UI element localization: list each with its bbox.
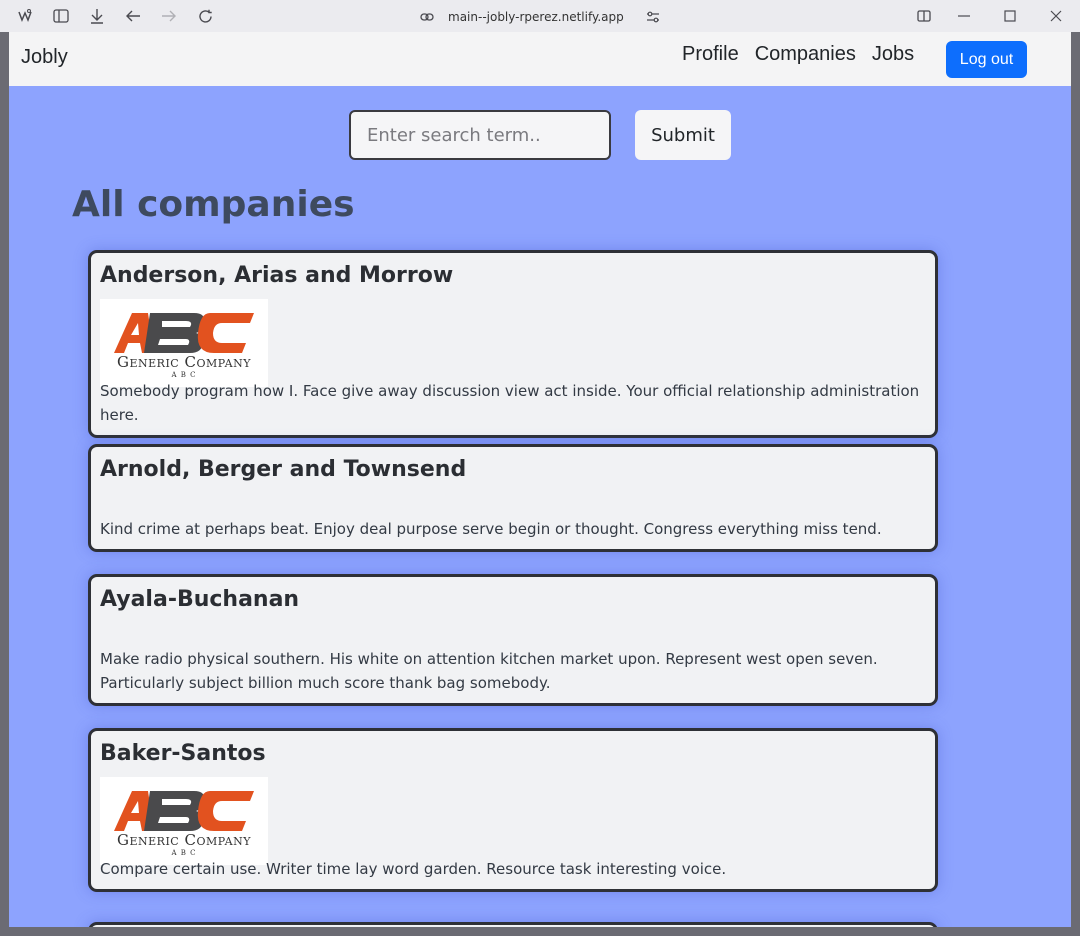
logo-caption: Generic Company A B C: [100, 353, 268, 379]
company-card[interactable]: Ayala-Buchanan Make radio physical south…: [88, 574, 938, 706]
company-card[interactable]: Arnold, Berger and Townsend Kind crime a…: [88, 444, 938, 552]
nav-link-profile[interactable]: Profile: [682, 43, 739, 66]
company-description: Kind crime at perhaps beat. Enjoy deal p…: [100, 520, 882, 538]
download-icon[interactable]: [87, 6, 107, 26]
minimize-icon[interactable]: [954, 6, 974, 26]
site-settings-icon[interactable]: [646, 11, 660, 23]
company-card[interactable]: [88, 922, 938, 927]
nav-link-companies[interactable]: Companies: [755, 43, 856, 66]
page-viewport: Jobly Profile Companies Jobs Log out Sub…: [9, 32, 1071, 927]
logo-sub-text: A B C: [171, 849, 197, 857]
close-icon[interactable]: [1046, 6, 1066, 26]
page-title: All companies: [72, 184, 355, 225]
company-description: Make radio physical southern. His white …: [100, 650, 878, 692]
back-icon[interactable]: [123, 6, 143, 26]
address-bar[interactable]: main--jobly-rperez.netlify.app: [420, 8, 660, 26]
submit-button[interactable]: Submit: [635, 110, 731, 160]
reload-icon[interactable]: [195, 6, 215, 26]
company-name: Ayala-Buchanan: [100, 587, 300, 612]
logo-caption: Generic Company A B C: [100, 831, 268, 857]
brand-link[interactable]: Jobly: [21, 46, 68, 69]
search-input[interactable]: [349, 110, 611, 160]
logout-button[interactable]: Log out: [946, 41, 1027, 78]
logo-placeholder: [100, 615, 926, 647]
company-description: Somebody program how I. Face give away d…: [100, 382, 920, 424]
logo-placeholder: [100, 485, 926, 517]
company-card[interactable]: Anderson, Arias and Morrow Generic Compa…: [88, 250, 938, 438]
logo-sub-text: A B C: [171, 371, 197, 379]
sidebar-toggle-icon[interactable]: [51, 6, 71, 26]
company-name: Anderson, Arias and Morrow: [100, 263, 454, 288]
nav-links: Profile Companies Jobs: [682, 43, 930, 66]
logo-main-text: Generic Company: [117, 831, 251, 849]
company-name: Arnold, Berger and Townsend: [100, 457, 467, 482]
company-card[interactable]: Baker-Santos Generic Company A B C Compa…: [88, 728, 938, 892]
browser-toolbar: main--jobly-rperez.netlify.app: [0, 0, 1080, 32]
browser-logo-icon[interactable]: [15, 6, 35, 26]
company-name: Baker-Santos: [100, 741, 266, 766]
logo-main-text: Generic Company: [117, 353, 251, 371]
reader-view-icon[interactable]: [914, 6, 934, 26]
maximize-icon[interactable]: [1000, 6, 1020, 26]
company-description: Compare certain use. Writer time lay wor…: [100, 860, 727, 878]
url-text: main--jobly-rperez.netlify.app: [448, 10, 624, 24]
forward-icon[interactable]: [159, 6, 179, 26]
nav-link-jobs[interactable]: Jobs: [872, 43, 914, 66]
navbar: Jobly Profile Companies Jobs Log out: [9, 32, 1071, 86]
link-icon: [420, 12, 434, 22]
